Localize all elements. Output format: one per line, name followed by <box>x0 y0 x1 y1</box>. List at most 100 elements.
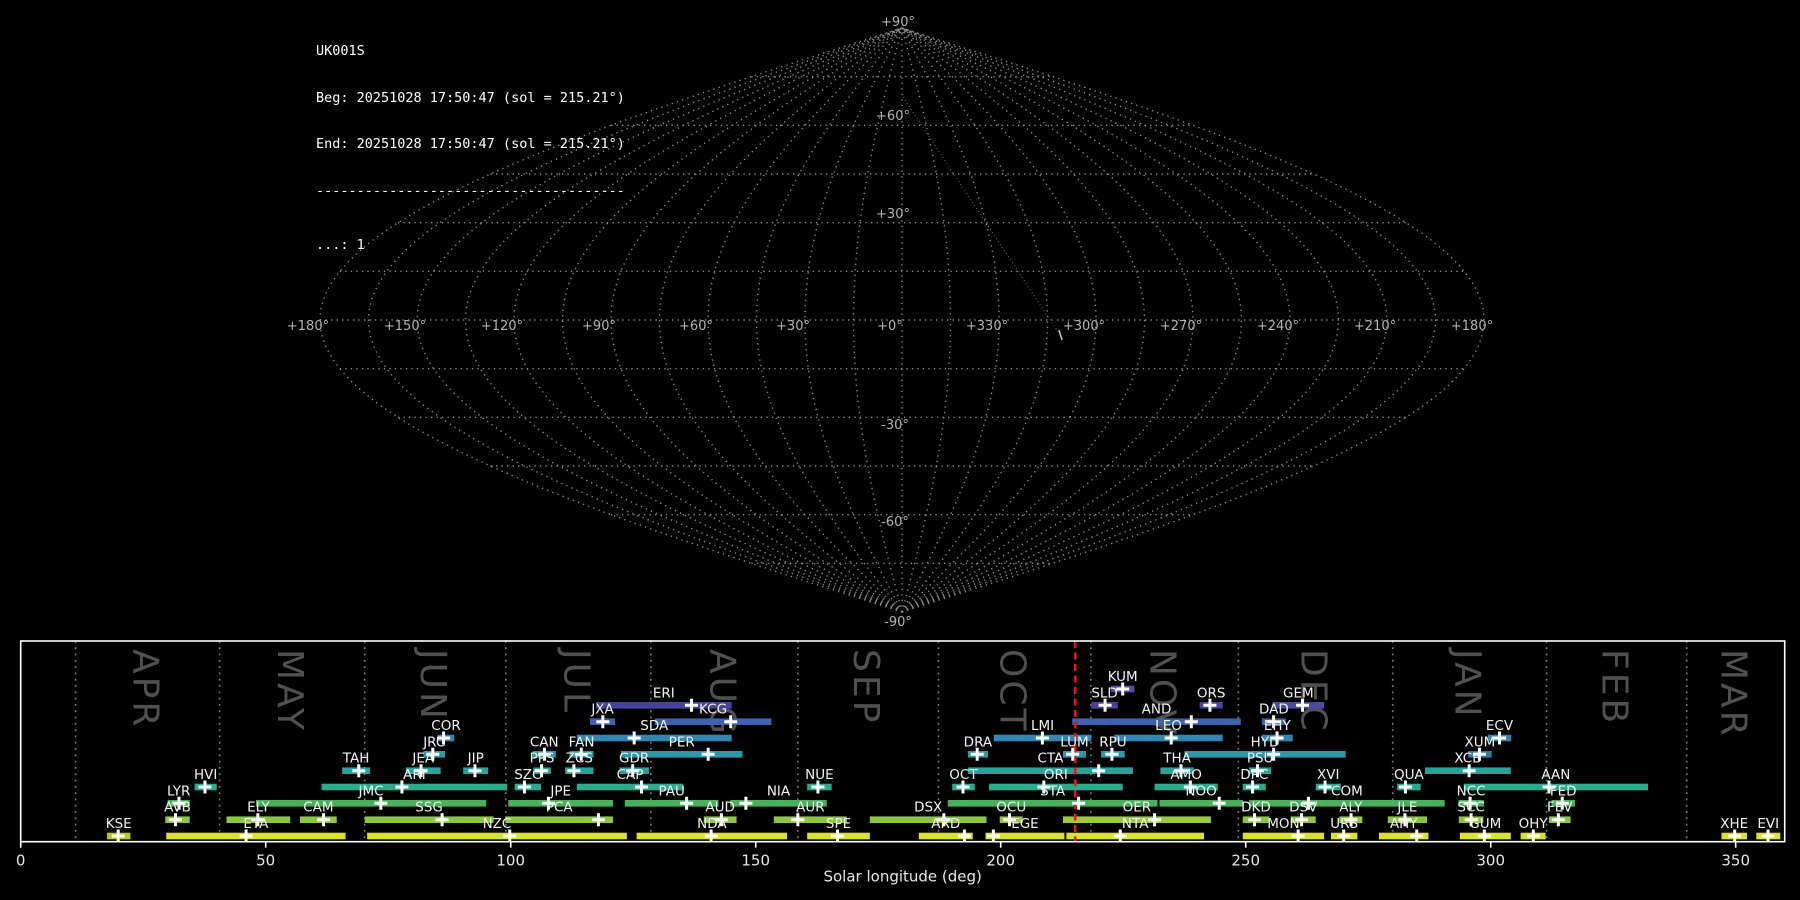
shower-label-NUE: NUE <box>805 767 834 783</box>
shower-label-DKD: DKD <box>1241 800 1271 816</box>
shower-label-EGE: EGE <box>1011 816 1039 832</box>
shower-label-FAN: FAN <box>569 734 595 750</box>
shower-label-NDA: NDA <box>697 816 727 832</box>
shower-label-XHE: XHE <box>1720 816 1748 832</box>
x-tick-label: 100 <box>496 852 525 870</box>
month-label: MAY <box>269 649 310 733</box>
meteor-trail <box>902 96 1063 339</box>
sky-grid-labels: +180° +150° +120° +90° +60° +30° +0° +330° +300°… <box>287 15 1493 630</box>
meridian-line <box>901 27 1194 613</box>
peak-marker-PER <box>701 747 715 761</box>
shower-label-ARD: ARD <box>931 816 960 832</box>
shower-label-ORI: ORI <box>1044 767 1068 783</box>
equator-longitude-label: +150° <box>384 319 426 334</box>
equator-longitude-label: +0° <box>877 319 903 334</box>
shower-label-STA: STA <box>1040 783 1066 799</box>
shower-label-ELY: ELY <box>247 800 270 816</box>
shower-label-SPE: SPE <box>826 816 851 832</box>
shower-label-LYR: LYR <box>167 783 190 799</box>
shower-label-ECV: ECV <box>1486 718 1514 734</box>
equator-longitude-label: +120° <box>481 319 523 334</box>
shower-label-XUM: XUM <box>1465 734 1496 750</box>
shower-label-ERI: ERI <box>653 685 675 701</box>
peak-marker-EGE <box>986 829 1000 843</box>
month-label: JUN <box>412 647 453 722</box>
shower-label-AMO: AMO <box>1170 767 1202 783</box>
equator-longitude-label: +240° <box>1257 319 1299 334</box>
shower-label-OCU: OCU <box>996 800 1026 816</box>
shower-label-EVI: EVI <box>1757 816 1779 832</box>
shower-label-THA: THA <box>1162 751 1191 767</box>
peak-marker-CTA <box>1092 764 1106 778</box>
equator-longitude-label: +300° <box>1063 319 1105 334</box>
shower-label-LMI: LMI <box>1031 718 1054 734</box>
shower-label-NOO: NOO <box>1185 783 1216 799</box>
shower-label-CAN: CAN <box>530 734 559 750</box>
shower-label-LEO: LEO <box>1155 718 1182 734</box>
shower-label-JXA: JXA <box>590 702 614 718</box>
shower-label-JIP: JIP <box>467 751 484 767</box>
shower-bar-JMC <box>255 800 487 807</box>
shower-label-NIA: NIA <box>767 783 791 799</box>
shower-label-CAP: CAP <box>617 767 644 783</box>
latitude-label: -30° <box>881 418 909 433</box>
peak-marker-AND <box>1184 715 1198 729</box>
shower-label-CAM: CAM <box>303 800 333 816</box>
equator-longitude-label: +30° <box>776 319 810 334</box>
meridian-line <box>901 27 1146 613</box>
shower-label-HVI: HVI <box>194 767 217 783</box>
shower-label-LUM: LUM <box>1060 734 1088 750</box>
shower-label-OER: OER <box>1123 800 1152 816</box>
shower-label-PPS: PPS <box>530 751 555 767</box>
shower-label-AUD: AUD <box>705 800 735 816</box>
shower-label-JLE: JLE <box>1396 800 1417 816</box>
shower-label-DSV: DSV <box>1289 800 1318 816</box>
x-tick-label: 0 <box>16 852 26 870</box>
month-label: JUL <box>555 647 596 715</box>
shower-label-GDR: GDR <box>619 751 649 767</box>
shower-label-NZC: NZC <box>483 816 512 832</box>
shower-label-MON: MON <box>1267 816 1299 832</box>
shower-label-ORS: ORS <box>1197 685 1226 701</box>
x-tick-label: 50 <box>256 852 275 870</box>
shower-label-PSU: PSU <box>1247 751 1274 767</box>
shower-label-DSX: DSX <box>914 800 942 816</box>
latitude-label: -60° <box>881 515 909 530</box>
peak-marker-SDA <box>627 731 641 745</box>
month-label: APR <box>125 649 166 729</box>
x-tick-label: 200 <box>986 852 1015 870</box>
shower-label-GEM: GEM <box>1283 685 1314 701</box>
shower-label-JMC: JMC <box>358 783 384 799</box>
shower-label-AHY: AHY <box>1390 816 1418 832</box>
shower-label-ZCS: ZCS <box>566 751 593 767</box>
shower-bar-SSG <box>364 816 494 823</box>
equator-longitude-label: +60° <box>679 319 713 334</box>
month-label: SEP <box>845 649 886 725</box>
shower-label-XCB: XCB <box>1454 751 1481 767</box>
shower-label-PCA: PCA <box>546 800 574 816</box>
shower-label-SCC: SCC <box>1457 800 1484 816</box>
equator-longitude-label: +180° <box>287 319 329 334</box>
x-tick-label: 250 <box>1231 852 1260 870</box>
shower-label-PER: PER <box>669 734 695 750</box>
shower-label-RPU: RPU <box>1099 734 1126 750</box>
shower-bar-ARI <box>321 783 508 791</box>
shower-bar-KCG <box>654 718 772 725</box>
shower-label-XVI: XVI <box>1317 767 1339 783</box>
shower-labels: KSE ETA NZC NDA SPE ARD EGE NTA MON URS AHY GUM OHY X… <box>106 669 1779 832</box>
x-tick-label: 150 <box>741 852 770 870</box>
shower-label-OHY: OHY <box>1519 816 1549 832</box>
peak-marker-PCA <box>591 813 605 827</box>
shower-label-HYD: HYD <box>1251 734 1280 750</box>
shower-label-SLD: SLD <box>1091 685 1118 701</box>
peak-marker-NIA <box>739 796 753 810</box>
shower-label-JEA: JEA <box>411 751 435 767</box>
shower-label-JPE: JPE <box>549 783 571 799</box>
shower-label-NCC: NCC <box>1457 783 1486 799</box>
shower-label-AUR: AUR <box>796 800 825 816</box>
shower-label-ARI: ARI <box>403 767 426 783</box>
latitude-label: +30° <box>876 207 910 222</box>
equator-longitude-label: +90° <box>582 319 616 334</box>
shower-label-AND: AND <box>1142 702 1172 718</box>
shower-label-URS: URS <box>1330 816 1358 832</box>
